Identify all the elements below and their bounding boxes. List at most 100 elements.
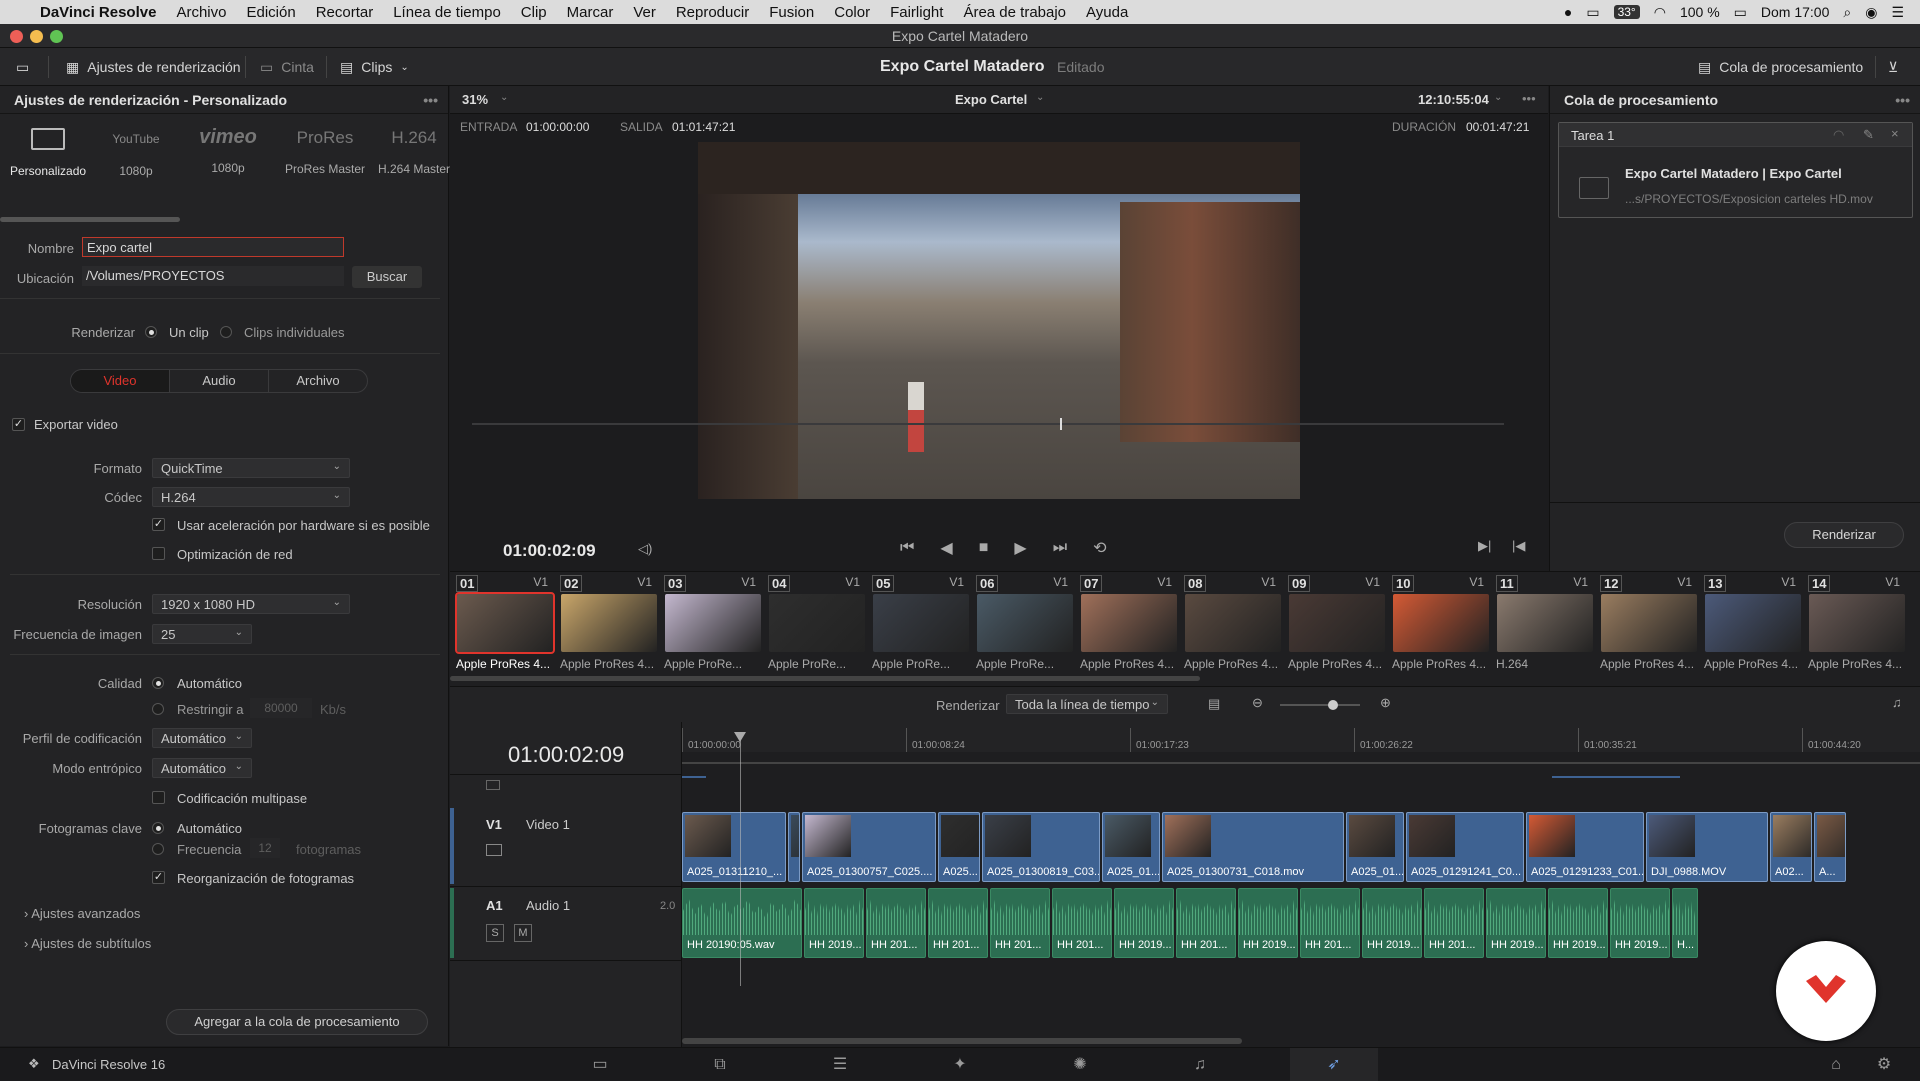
v1-track[interactable]: A025_01311210_... A025_01300757_C025.... A… bbox=[682, 812, 1920, 884]
framerate-select[interactable]: 25 ⌄ bbox=[152, 624, 252, 644]
clip-thumbnail[interactable]: 12 V1 Apple ProRes 4... bbox=[1594, 572, 1698, 682]
audio-clip[interactable]: HH 2019... bbox=[1548, 888, 1608, 958]
clip-thumbnail[interactable]: 09 V1 Apple ProRes 4... bbox=[1282, 572, 1386, 682]
preset-prores[interactable]: ProRes ProRes Master bbox=[282, 122, 368, 182]
close-window-icon[interactable] bbox=[10, 30, 23, 43]
menu-edicion[interactable]: Edición bbox=[246, 4, 295, 21]
notification-center-icon[interactable]: ☰ bbox=[1891, 4, 1904, 21]
menu-fusion[interactable]: Fusion bbox=[769, 4, 814, 21]
preset-scrollbar[interactable] bbox=[0, 217, 180, 222]
keyframes-freq-input[interactable]: 12 bbox=[250, 838, 280, 858]
video-clip[interactable]: A02... bbox=[1770, 812, 1812, 882]
audio-clip[interactable]: HH 201... bbox=[928, 888, 988, 958]
audio-clip[interactable]: HH 2019... bbox=[1610, 888, 1670, 958]
viewer-scrubber[interactable] bbox=[472, 418, 1504, 430]
temperature-badge[interactable]: 33° bbox=[1613, 5, 1640, 19]
keyframes-auto-radio[interactable] bbox=[152, 822, 164, 834]
render-queue-toggle[interactable]: ▤ Cola de procesamiento bbox=[1698, 48, 1863, 86]
menu-marcar[interactable]: Marcar bbox=[567, 4, 614, 21]
tab-archivo[interactable]: Archivo bbox=[268, 370, 367, 392]
track-toggle-icon[interactable] bbox=[486, 780, 500, 790]
clip-thumbnail[interactable]: 01 V1 Apple ProRes 4... bbox=[450, 572, 555, 682]
clip-thumbnail[interactable]: 04 V1 Apple ProRe... bbox=[762, 572, 866, 682]
tab-video[interactable]: Video bbox=[71, 370, 169, 392]
tab-audio[interactable]: Audio bbox=[169, 370, 268, 392]
audio-clip[interactable]: HH 2019... bbox=[1114, 888, 1174, 958]
clip-thumbnail[interactable]: 11 V1 H.264 bbox=[1490, 572, 1594, 682]
audio-clip[interactable]: H... bbox=[1672, 888, 1698, 958]
name-input[interactable]: Expo cartel bbox=[82, 237, 344, 257]
render-button[interactable]: Renderizar bbox=[1784, 522, 1904, 548]
audio-clip[interactable]: HH 2019... bbox=[1486, 888, 1546, 958]
timeline-ruler[interactable]: 01:00:00:00 01:00:08:24 01:00:17:23 01:00:2… bbox=[682, 722, 1920, 752]
tape-button[interactable]: ▭ Cinta bbox=[260, 48, 314, 86]
audio-clip[interactable]: HH 2019... bbox=[1362, 888, 1422, 958]
spotlight-search-icon[interactable]: ⌕ bbox=[1843, 4, 1851, 21]
bitrate-input[interactable]: 80000 bbox=[250, 698, 312, 718]
video-clip[interactable]: DJI_0988.MOV bbox=[1646, 812, 1768, 882]
timeline-scrollbar[interactable] bbox=[682, 1038, 1242, 1044]
a1-track[interactable]: HH 20190:05.wav HH 2019... HH 201... HH 201… bbox=[682, 888, 1920, 960]
menu-ayuda[interactable]: Ayuda bbox=[1086, 4, 1128, 21]
menu-ver[interactable]: Ver bbox=[633, 4, 656, 21]
network-opt-checkbox[interactable] bbox=[152, 547, 165, 560]
browse-button[interactable]: Buscar bbox=[352, 266, 422, 288]
preset-h264[interactable]: H.264 H.264 Master bbox=[378, 122, 450, 182]
v1-track-name[interactable]: Video 1 bbox=[526, 817, 570, 832]
resolution-select[interactable]: 1920 x 1080 HD ⌄ bbox=[152, 594, 350, 614]
clip-thumbnail[interactable]: 14 V1 Apple ProRes 4... bbox=[1802, 572, 1906, 682]
video-clip[interactable]: A025_01300757_C025.... bbox=[802, 812, 936, 882]
minimize-window-icon[interactable] bbox=[30, 30, 43, 43]
individual-clips-radio[interactable] bbox=[220, 326, 232, 338]
siri-icon[interactable]: ◉ bbox=[1865, 4, 1877, 21]
play-icon[interactable]: ▶ bbox=[1014, 538, 1026, 558]
video-clip[interactable]: A025_01300731_C018.mov bbox=[1162, 812, 1344, 882]
preset-youtube[interactable]: YouTube 1080p bbox=[98, 122, 174, 182]
menu-app[interactable]: DaVinci Resolve bbox=[40, 4, 156, 21]
battery-text[interactable]: 100 % bbox=[1680, 4, 1720, 20]
menu-area-trabajo[interactable]: Área de trabajo bbox=[963, 4, 1066, 21]
display-icon[interactable]: ▭ bbox=[1586, 4, 1599, 21]
codec-select[interactable]: H.264 ⌄ bbox=[152, 487, 350, 507]
volume-icon[interactable]: ◁) bbox=[638, 541, 652, 557]
menu-fairlight[interactable]: Fairlight bbox=[890, 4, 943, 21]
step-back-icon[interactable]: ◀ bbox=[940, 538, 952, 558]
clip-thumbnail[interactable]: 05 V1 Apple ProRe... bbox=[866, 572, 970, 682]
color-page-icon[interactable]: ✺ bbox=[1070, 1056, 1090, 1074]
video-clip[interactable]: A025_01300819_C03... bbox=[982, 812, 1100, 882]
a1-track-name[interactable]: Audio 1 bbox=[526, 898, 570, 913]
audio-clip[interactable]: HH 201... bbox=[1176, 888, 1236, 958]
battery-icon[interactable]: ▭ bbox=[1734, 4, 1747, 21]
audio-clip[interactable]: HH 2019... bbox=[1238, 888, 1298, 958]
audio-clip[interactable]: HH 201... bbox=[1052, 888, 1112, 958]
encoding-profile-select[interactable]: Automático ⌄ bbox=[152, 728, 252, 748]
clip-strip-scrollbar[interactable] bbox=[450, 676, 1200, 681]
settings-gear-icon[interactable]: ⚙ bbox=[1874, 1056, 1894, 1074]
menu-recortar[interactable]: Recortar bbox=[316, 4, 374, 21]
media-page-icon[interactable]: ▭ bbox=[590, 1056, 610, 1074]
video-clip[interactable]: A025_01291233_C01... bbox=[1526, 812, 1644, 882]
render-job-card[interactable]: Tarea 1 ◠ ✎ × Expo Cartel Matadero | Exp… bbox=[1558, 122, 1913, 218]
timeline-name[interactable]: Expo Cartel bbox=[955, 92, 1027, 107]
chevron-down-icon[interactable]: ⌄ bbox=[1494, 92, 1502, 103]
clip-thumbnail[interactable]: 07 V1 Apple ProRes 4... bbox=[1074, 572, 1178, 682]
menu-color[interactable]: Color bbox=[834, 4, 870, 21]
keyframes-freq-radio[interactable] bbox=[152, 843, 164, 855]
media-pool-toggle-icon[interactable]: ▭ bbox=[16, 48, 29, 86]
advanced-settings-toggle[interactable]: › Ajustes avanzados bbox=[24, 906, 140, 921]
collapse-icon[interactable]: ⊻ bbox=[1888, 48, 1898, 86]
video-clip[interactable]: A025... bbox=[938, 812, 980, 882]
fusion-page-icon[interactable]: ✦ bbox=[950, 1056, 970, 1074]
zoom-level[interactable]: 31% bbox=[462, 92, 488, 107]
audio-clip[interactable]: HH 201... bbox=[866, 888, 926, 958]
zoom-slider[interactable] bbox=[1280, 704, 1360, 706]
reorder-checkbox[interactable]: ✓ bbox=[152, 871, 165, 884]
preset-custom[interactable]: Personalizado bbox=[10, 122, 86, 182]
audio-clip[interactable]: HH 201... bbox=[1424, 888, 1484, 958]
next-clip-icon[interactable]: ▶| bbox=[1478, 538, 1491, 554]
music-note-icon[interactable]: ♫ bbox=[1892, 695, 1902, 710]
chevron-down-icon[interactable]: ⌄ bbox=[1036, 92, 1044, 103]
format-select[interactable]: QuickTime ⌄ bbox=[152, 458, 350, 478]
quality-auto-radio[interactable] bbox=[152, 677, 164, 689]
chevron-down-icon[interactable]: ⌄ bbox=[500, 92, 508, 103]
